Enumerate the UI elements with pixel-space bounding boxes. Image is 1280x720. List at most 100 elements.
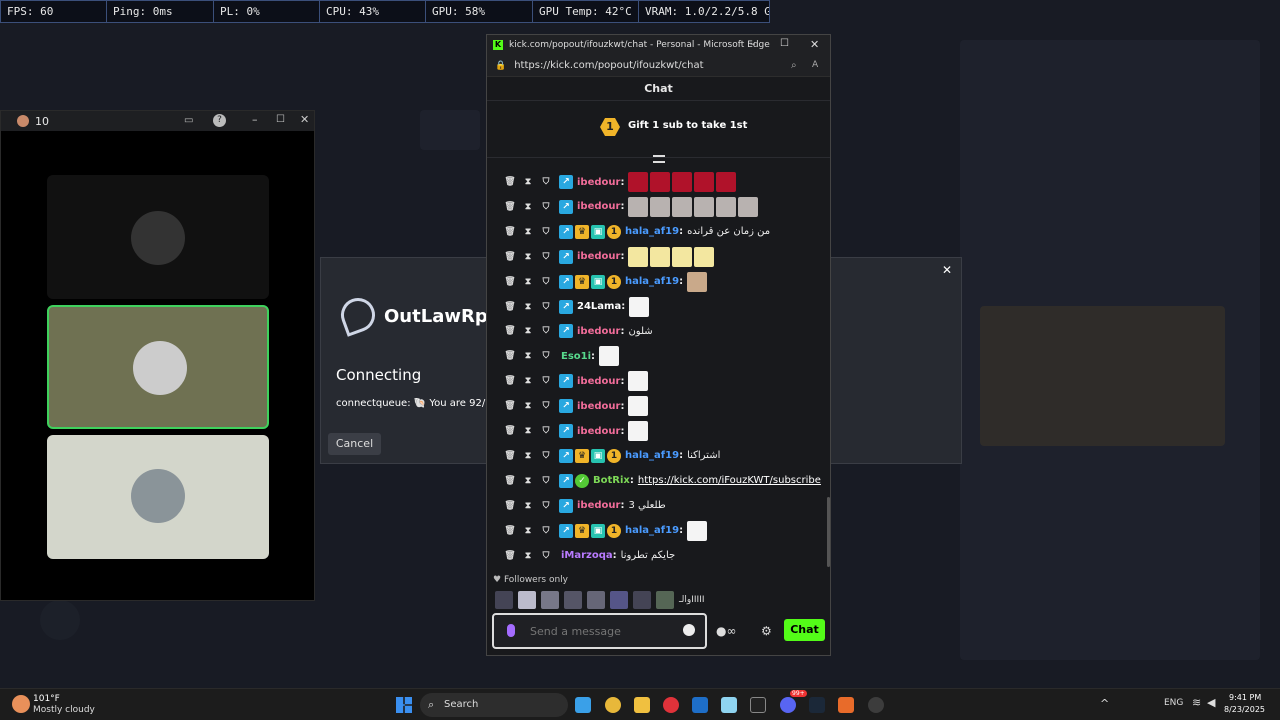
timeout-icon[interactable]: ⧗ xyxy=(523,326,533,336)
mod-shield-icon[interactable]: ⛉ xyxy=(541,451,551,461)
emote[interactable] xyxy=(672,246,693,267)
timeout-icon[interactable]: ⧗ xyxy=(523,551,533,561)
clock-time[interactable]: 9:41 PM xyxy=(1229,693,1261,702)
close-icon[interactable]: ✕ xyxy=(300,113,309,126)
mod-shield-icon[interactable]: ⛉ xyxy=(541,351,551,361)
participant-tile[interactable] xyxy=(47,435,269,559)
timeout-icon[interactable]: ⧗ xyxy=(523,526,533,536)
timeout-icon[interactable]: ⧗ xyxy=(523,177,533,187)
delete-icon[interactable]: 🗑 xyxy=(504,526,515,536)
wifi-icon[interactable]: ≋ xyxy=(1192,696,1201,709)
timeout-icon[interactable]: ⧗ xyxy=(523,426,533,436)
emote[interactable] xyxy=(650,246,671,267)
emote[interactable] xyxy=(587,591,605,609)
mod-shield-icon[interactable]: ⛉ xyxy=(541,277,551,287)
emote[interactable] xyxy=(628,246,649,267)
emote[interactable] xyxy=(541,591,559,609)
url-text[interactable]: https://kick.com/popout/ifouzkwt/chat xyxy=(514,60,703,71)
emote[interactable] xyxy=(628,172,649,192)
minimize-icon[interactable]: – xyxy=(252,113,258,126)
participant-tile[interactable] xyxy=(47,175,269,299)
chat-username[interactable]: BotRix xyxy=(593,475,630,486)
emote[interactable] xyxy=(628,421,649,441)
chat-username[interactable]: Eso1i xyxy=(561,351,591,362)
cancel-button[interactable]: Cancel xyxy=(328,433,381,455)
emote[interactable] xyxy=(628,371,649,392)
close-icon[interactable]: ✕ xyxy=(810,38,819,51)
read-aloud-icon[interactable]: A xyxy=(812,60,818,70)
delete-icon[interactable]: 🗑 xyxy=(504,376,515,386)
chat-message[interactable]: 🗑 ⧗ ⛉ ↗ ♛ ▣ 1 hala_af19: xyxy=(504,520,825,542)
delete-icon[interactable]: 🗑 xyxy=(504,401,515,411)
chat-username[interactable]: ibedour xyxy=(577,251,620,262)
mod-shield-icon[interactable]: ⛉ xyxy=(541,401,551,411)
mod-shield-icon[interactable]: ⛉ xyxy=(541,501,551,511)
mod-shield-icon[interactable]: ⛉ xyxy=(541,426,551,436)
timeout-icon[interactable]: ⧗ xyxy=(523,401,533,411)
emote[interactable] xyxy=(694,172,715,192)
chat-message[interactable]: 🗑 ⧗ ⛉ ↗ ibedour: xyxy=(504,370,825,392)
chat-message[interactable]: 🗑 ⧗ ⛉ ↗ ibedour: شلون xyxy=(504,320,825,342)
delete-icon[interactable]: 🗑 xyxy=(504,302,515,312)
send-chat-button[interactable]: Chat xyxy=(784,619,825,641)
recent-emote-tray[interactable]: والـIIIII xyxy=(495,591,705,611)
emote[interactable] xyxy=(495,591,513,609)
timeout-icon[interactable]: ⧗ xyxy=(523,451,533,461)
timeout-icon[interactable]: ⧗ xyxy=(523,351,533,361)
chat-message[interactable]: 🗑 ⧗ ⛉ ↗ ♛ ▣ 1 hala_af19: اشتراكنا xyxy=(504,445,825,467)
delete-icon[interactable]: 🗑 xyxy=(504,202,515,212)
chrome-taskbar-icon[interactable] xyxy=(605,697,621,713)
chat-message[interactable]: 🗑 ⧗ ⛉ ↗ ♛ ▣ 1 hala_af19: من زمان عن قرانده xyxy=(504,221,825,243)
delete-icon[interactable]: 🗑 xyxy=(504,451,515,461)
weather-desc[interactable]: Mostly cloudy xyxy=(33,705,95,715)
volume-icon[interactable]: ◀ xyxy=(1207,696,1215,709)
delete-icon[interactable]: 🗑 xyxy=(504,227,515,237)
chat-message[interactable]: 🗑 ⧗ ⛉ Eso1i: xyxy=(504,345,825,367)
emote[interactable] xyxy=(628,396,649,417)
taskbar-search[interactable]: ⌕ Search xyxy=(420,693,568,717)
emote[interactable] xyxy=(564,591,582,609)
chat-message[interactable]: 🗑 ⧗ ⛉ ↗ ibedour: xyxy=(504,395,825,417)
weather-temp[interactable]: 101°F xyxy=(33,694,60,704)
timeout-icon[interactable]: ⧗ xyxy=(523,476,533,486)
timeout-icon[interactable]: ⧗ xyxy=(523,302,533,312)
chat-message[interactable]: 🗑 ⧗ ⛉ ↗ ibedour: xyxy=(504,246,825,268)
inbox-icon[interactable]: ▭ xyxy=(184,115,193,126)
chat-username[interactable]: ibedour xyxy=(577,201,620,212)
emote[interactable] xyxy=(650,172,671,192)
mod-shield-icon[interactable]: ⛉ xyxy=(541,302,551,312)
timeout-icon[interactable]: ⧗ xyxy=(523,227,533,237)
delete-icon[interactable]: 🗑 xyxy=(504,426,515,436)
emote[interactable] xyxy=(518,591,536,609)
timeout-icon[interactable]: ⧗ xyxy=(523,252,533,262)
settings-icon[interactable]: ⚙ xyxy=(761,624,772,638)
emote[interactable] xyxy=(633,591,651,609)
emote[interactable] xyxy=(672,196,693,217)
chat-username[interactable]: ibedour xyxy=(577,326,620,337)
delete-icon[interactable]: 🗑 xyxy=(504,177,515,187)
chat-message[interactable]: 🗑 ⧗ ⛉ iMarzoqa: جايكم تطرونا xyxy=(504,545,825,567)
chat-username[interactable]: ibedour xyxy=(577,401,620,412)
chat-username[interactable]: ibedour xyxy=(577,426,620,437)
emote[interactable] xyxy=(694,196,715,217)
delete-icon[interactable]: 🗑 xyxy=(504,326,515,336)
chat-username[interactable]: ibedour xyxy=(577,500,620,511)
mod-shield-icon[interactable]: ⛉ xyxy=(541,252,551,262)
maximize-icon[interactable]: ☐ xyxy=(780,38,789,49)
mod-shield-icon[interactable]: ⛉ xyxy=(541,177,551,187)
delete-icon[interactable]: 🗑 xyxy=(504,551,515,561)
emote[interactable] xyxy=(738,196,759,217)
pinned-gift-banner[interactable]: 1 Gift 1 sub to take 1st xyxy=(487,102,830,158)
emote[interactable] xyxy=(687,520,708,541)
emote[interactable] xyxy=(610,591,628,609)
emote[interactable] xyxy=(716,196,737,217)
app-taskbar-icon[interactable] xyxy=(721,697,737,713)
mod-shield-icon[interactable]: ⛉ xyxy=(541,476,551,486)
chat-message[interactable]: 🗑 ⧗ ⛉ ↗ ibedour:3 طلعلي xyxy=(504,495,825,517)
help-icon[interactable]: ? xyxy=(213,114,226,127)
mod-shield-icon[interactable]: ⛉ xyxy=(541,526,551,536)
timeout-icon[interactable]: ⧗ xyxy=(523,376,533,386)
channel-points-icon[interactable]: ●∞ xyxy=(716,624,736,638)
delete-icon[interactable]: 🗑 xyxy=(504,351,515,361)
chat-message[interactable]: 🗑 ⧗ ⛉ ↗ 24Lama: xyxy=(504,296,825,318)
